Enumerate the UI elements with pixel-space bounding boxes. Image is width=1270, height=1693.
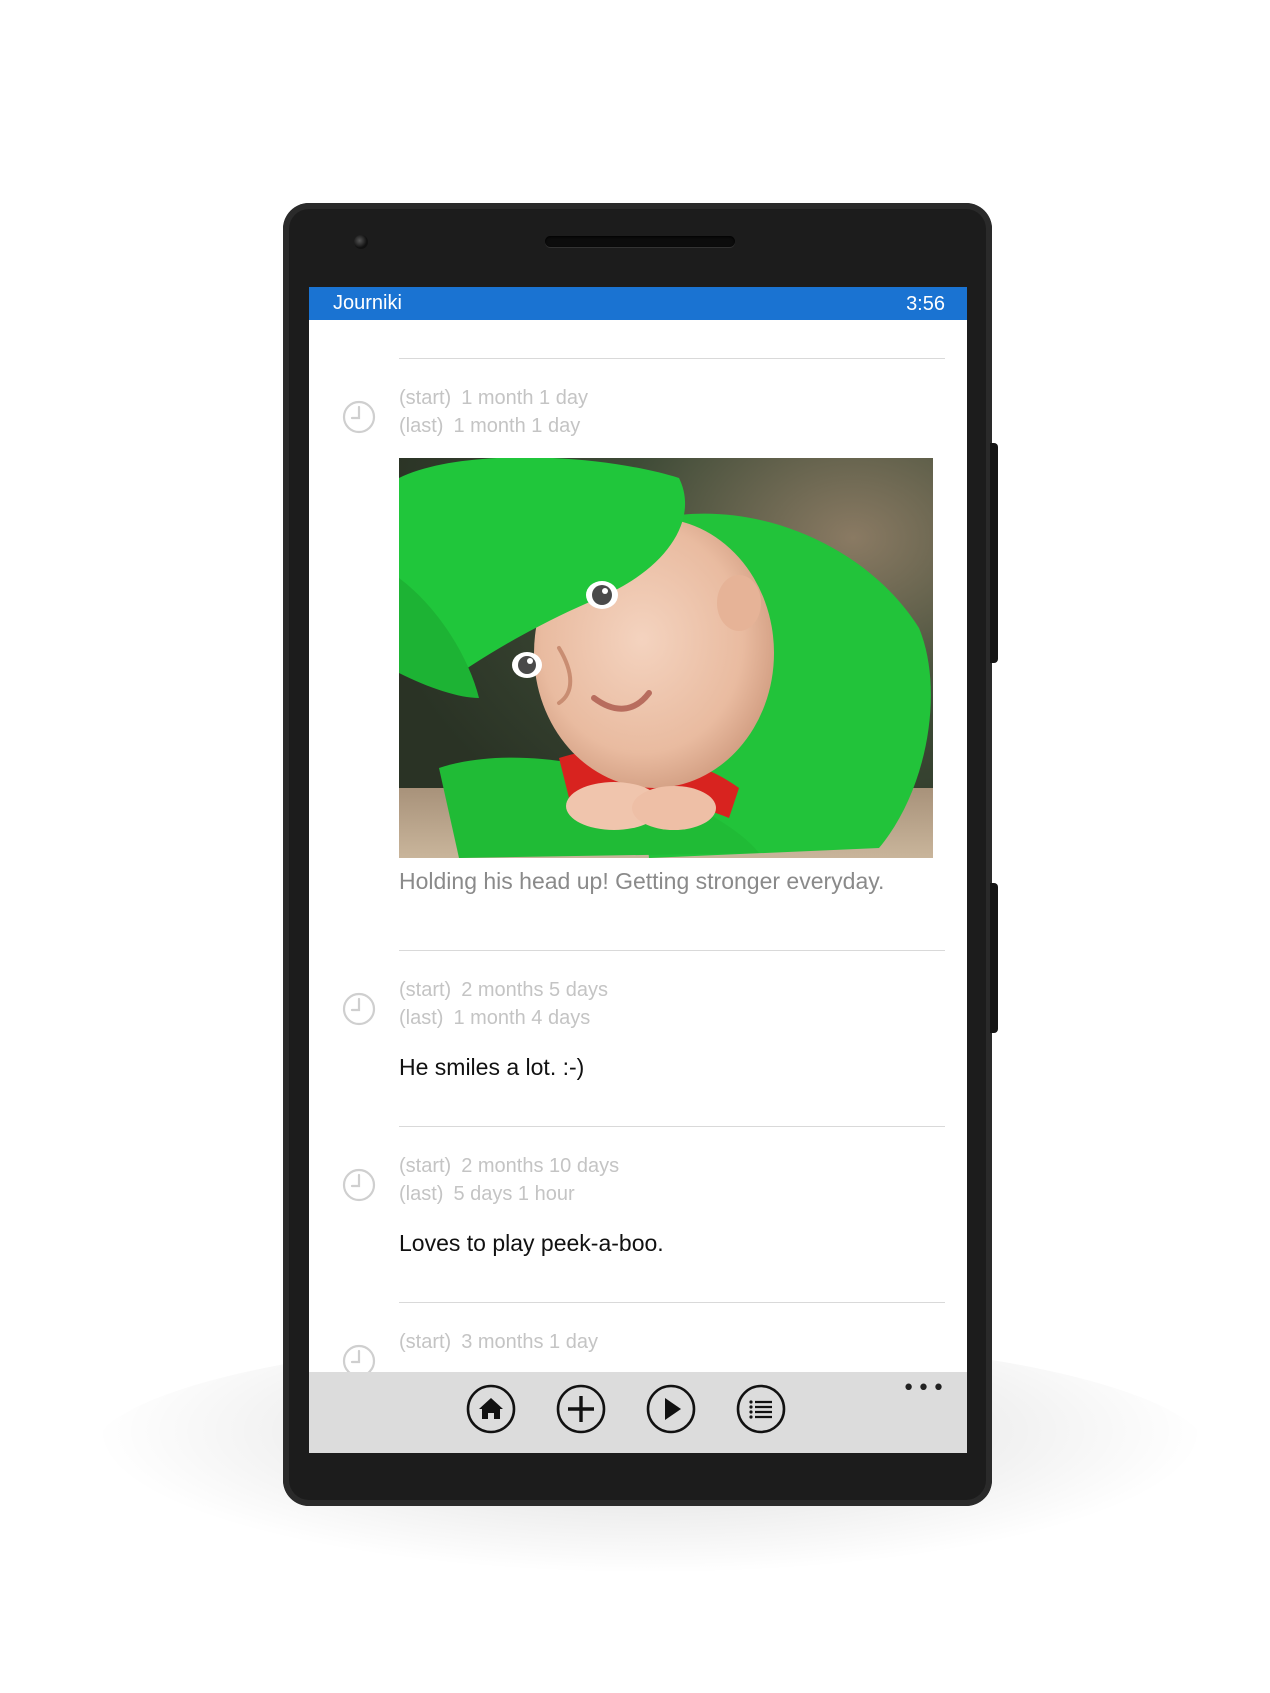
last-label: (last) <box>399 415 444 437</box>
journal-entry[interactable]: (start) 1 month 1 day (last) 1 month 1 day <box>309 358 967 918</box>
list-icon[interactable] <box>736 1384 786 1434</box>
start-value: 3 months 1 day <box>461 1331 598 1353</box>
clock-time: 3:56 <box>906 293 945 315</box>
journal-feed[interactable]: (start) 1 month 1 day (last) 1 month 1 day <box>309 320 967 1372</box>
more-options-button[interactable]: ••• <box>902 1376 947 1401</box>
entry-meta: (start) 2 months 10 days (last) 5 days 1 h… <box>399 1152 619 1208</box>
last-value: 1 month 1 day <box>453 415 581 437</box>
journal-entry[interactable]: (start) 2 months 10 days (last) 5 days 1 h… <box>309 1126 967 1302</box>
last-label: (last) <box>399 1183 444 1205</box>
clock-icon <box>342 400 376 434</box>
phone-frame: Journiki 3:56 (start) 1 month 1 day (last… <box>283 203 998 1506</box>
add-icon[interactable] <box>556 1384 606 1434</box>
photo-caption: Holding his head up! Getting stronger ev… <box>399 868 885 894</box>
clock-icon <box>342 1344 376 1372</box>
home-icon[interactable] <box>466 1384 516 1434</box>
power-button <box>990 883 998 1033</box>
screen: Journiki 3:56 (start) 1 month 1 day (last… <box>309 287 967 1453</box>
journal-entry[interactable]: (start) 3 months 1 day <box>309 1302 967 1372</box>
last-value: 5 days 1 hour <box>453 1183 575 1205</box>
entry-meta: (start) 1 month 1 day (last) 1 month 1 day <box>399 384 588 440</box>
start-label: (start) <box>399 387 452 409</box>
start-label: (start) <box>399 1155 452 1177</box>
entry-meta: (start) 3 months 1 day <box>399 1328 598 1356</box>
status-bar: Journiki 3:56 <box>309 287 967 320</box>
volume-button <box>990 443 998 663</box>
last-label: (last) <box>399 1007 444 1029</box>
clock-icon <box>342 992 376 1026</box>
clock-icon <box>342 1168 376 1202</box>
earpiece-speaker <box>545 236 735 247</box>
entry-photo[interactable] <box>399 458 933 858</box>
start-value: 2 months 10 days <box>461 1155 620 1177</box>
entry-note: Loves to play peek-a-boo. <box>399 1230 664 1256</box>
start-label: (start) <box>399 979 452 1001</box>
journal-entry[interactable]: (start) 2 months 5 days (last) 1 month 4 d… <box>309 950 967 1126</box>
play-icon[interactable] <box>646 1384 696 1434</box>
start-label: (start) <box>399 1331 452 1353</box>
entry-note: He smiles a lot. :-) <box>399 1054 585 1080</box>
start-value: 1 month 1 day <box>461 387 588 409</box>
baby-photo-image <box>399 458 933 858</box>
app-bar: ••• <box>309 1372 967 1453</box>
start-value: 2 months 5 days <box>461 979 608 1001</box>
app-title: Journiki <box>333 292 402 314</box>
last-value: 1 month 4 days <box>453 1007 591 1029</box>
front-camera <box>354 235 368 249</box>
entry-meta: (start) 2 months 5 days (last) 1 month 4 d… <box>399 976 608 1032</box>
